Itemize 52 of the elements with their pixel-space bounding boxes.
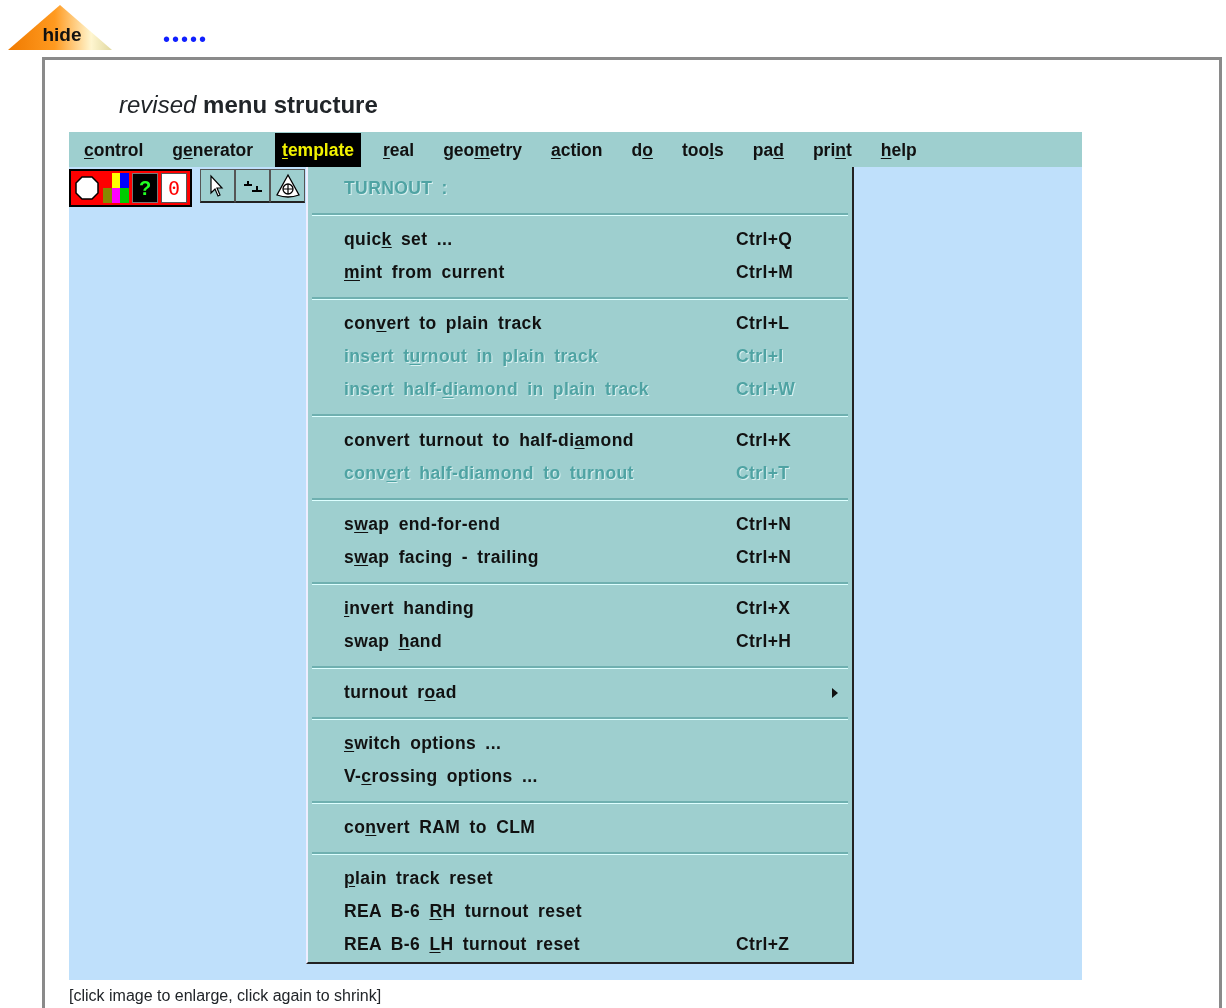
menu-item[interactable]: do (624, 132, 660, 167)
menu-item[interactable]: template (275, 132, 361, 167)
menu-item[interactable]: tools (674, 132, 731, 167)
menu-item[interactable]: REA B-6 LH turnout reset Ctrl+Z (308, 928, 852, 961)
menu-item[interactable]: convert RAM to CLM (308, 811, 852, 844)
shortcut-label: Ctrl+X (736, 598, 791, 619)
menu-item[interactable]: swap end-for-end Ctrl+N (308, 508, 852, 541)
menu-item[interactable]: help (873, 132, 924, 167)
color-grid-icon (103, 173, 129, 203)
menu-item[interactable]: pad (745, 132, 791, 167)
help-glyph: ? (132, 173, 158, 203)
hide-button[interactable]: hide (8, 5, 112, 50)
menu-item[interactable]: quick set ... Ctrl+Q (308, 223, 852, 256)
shortcut-label: Ctrl+Q (736, 229, 793, 250)
tool-button[interactable] (235, 169, 270, 203)
menu-item[interactable]: mint from current Ctrl+M (308, 256, 852, 289)
menu-item[interactable]: swap facing - trailing Ctrl+N (308, 541, 852, 574)
menu-item[interactable]: geometry (436, 132, 529, 167)
tool-button[interactable] (270, 169, 305, 203)
shortcut-label: Ctrl+N (736, 547, 792, 568)
menu-item[interactable]: REA B-6 RH turnout reset (308, 895, 852, 928)
menu-item[interactable]: swap hand Ctrl+H (308, 625, 852, 658)
menu-item[interactable]: control (77, 132, 151, 167)
menu-item[interactable]: real (376, 132, 422, 167)
counter: 0 (161, 173, 187, 203)
menu-item[interactable]: invert handing Ctrl+X (308, 592, 852, 625)
tool-button[interactable] (200, 169, 235, 203)
menu-item[interactable]: convert turnout to half-diamond Ctrl+K (308, 424, 852, 457)
shortcut-label: Ctrl+H (736, 631, 792, 652)
menu-item[interactable]: switch options ... (308, 727, 852, 760)
octagon-icon (74, 173, 100, 203)
menu-item[interactable]: convert to plain track Ctrl+L (308, 307, 852, 340)
menu-item[interactable]: print (805, 132, 859, 167)
shortcut-label: Ctrl+N (736, 514, 792, 535)
shortcut-label: Ctrl+L (736, 313, 790, 334)
menu-item[interactable]: turnout road (308, 676, 852, 709)
shortcut-label: Ctrl+W (736, 379, 796, 400)
shortcut-label: Ctrl+Z (736, 934, 790, 955)
menu-header: TURNOUT : (343, 177, 449, 200)
shortcut-label: Ctrl+K (736, 430, 792, 451)
caption: [click image to enlarge, click again to shrink] (69, 986, 382, 1006)
menu-item[interactable]: V-crossing options ... (308, 760, 852, 793)
menu-item[interactable]: action (543, 132, 610, 167)
heading: revised menu structure (119, 90, 379, 120)
menu-item[interactable]: plain track reset (308, 862, 852, 895)
shortcut-label: Ctrl+I (736, 346, 784, 367)
dots-link[interactable]: ••••• (163, 24, 208, 54)
circle-cross-icon (274, 172, 301, 199)
shortcut-label: Ctrl+T (736, 463, 790, 484)
menu-item[interactable]: generator (165, 132, 261, 167)
shortcut-label: Ctrl+M (736, 262, 794, 283)
submenu-arrow-icon (832, 688, 838, 698)
